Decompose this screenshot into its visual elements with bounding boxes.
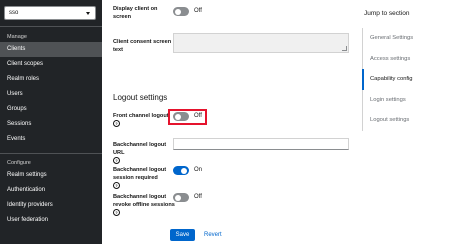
backchannel-session-label: Backchannel logout session required ?: [113, 166, 166, 190]
help-circle-icon[interactable]: ?: [113, 157, 120, 165]
front-channel-label-text: Front channel logout: [113, 113, 169, 119]
display-client-state: Off: [194, 8, 202, 14]
realm-name: sso: [9, 10, 19, 16]
jump-item-capability-config[interactable]: Capability config: [362, 69, 473, 90]
sidebar-item-authentication[interactable]: Authentication: [0, 183, 102, 198]
help-circle-icon[interactable]: ?: [113, 182, 120, 190]
jump-item-access-settings[interactable]: Access settings: [363, 49, 473, 70]
backchannel-revoke-switch[interactable]: [173, 193, 189, 202]
consent-text-label: Client consent screen text: [113, 38, 171, 54]
sidebar-divider: [0, 26, 102, 27]
jump-item-logout-settings[interactable]: Logout settings: [363, 110, 473, 131]
configure-section: Configure Realm settings Authentication …: [0, 158, 102, 228]
backchannel-logout-url-input[interactable]: [173, 138, 349, 150]
sidebar-item-realm-roles[interactable]: Realm roles: [0, 72, 102, 87]
save-button[interactable]: Save: [170, 229, 195, 241]
display-client-label-line1: Display client on: [113, 6, 158, 12]
highlight-box: [168, 109, 207, 125]
backchannel-revoke-line1: Backchannel logout: [113, 194, 167, 200]
backchannel-revoke-label: Backchannel logout revoke offline sessio…: [113, 193, 175, 217]
realm-selector[interactable]: sso: [4, 6, 96, 20]
resize-grip-icon[interactable]: [342, 46, 347, 51]
revert-button[interactable]: Revert: [204, 229, 222, 241]
sidebar-item-user-federation[interactable]: User federation: [0, 213, 102, 228]
jump-item-general-settings[interactable]: General Settings: [363, 28, 473, 49]
sidebar-item-identity-providers[interactable]: Identity providers: [0, 198, 102, 213]
jump-to-section-title: Jump to section: [364, 10, 410, 17]
backchannel-url-label: Backchannel logout URL ?: [113, 141, 166, 165]
sidebar: sso Manage Clients Client scopes Realm r…: [0, 0, 102, 244]
backchannel-url-line1: Backchannel logout: [113, 142, 167, 148]
manage-header: Manage: [7, 34, 27, 40]
display-client-switch[interactable]: [173, 7, 189, 16]
configure-header: Configure: [7, 160, 31, 166]
caret-down-icon: [86, 12, 90, 15]
sidebar-item-sessions[interactable]: Sessions: [0, 117, 102, 132]
consent-text-textarea[interactable]: [173, 33, 349, 53]
sidebar-item-users[interactable]: Users: [0, 87, 102, 102]
display-client-label-line2: screen: [113, 14, 132, 20]
display-client-label: Display client on screen: [113, 5, 157, 21]
sidebar-item-clients[interactable]: Clients: [0, 42, 102, 57]
help-circle-icon[interactable]: ?: [113, 120, 120, 128]
jump-to-section: Jump to section General Settings Access …: [362, 0, 474, 244]
backchannel-session-line1: Backchannel logout: [113, 167, 167, 173]
manage-section: Manage Clients Client scopes Realm roles…: [0, 32, 102, 147]
sidebar-item-events[interactable]: Events: [0, 132, 102, 147]
sidebar-item-groups[interactable]: Groups: [0, 102, 102, 117]
logout-settings-heading: Logout settings: [113, 93, 168, 102]
backchannel-session-line2: session required: [113, 175, 158, 181]
backchannel-revoke-line2: revoke offline sessions: [113, 202, 175, 208]
jump-item-login-settings[interactable]: Login settings: [363, 90, 473, 111]
backchannel-url-line2: URL: [113, 150, 125, 156]
switch-knob: [175, 194, 181, 201]
switch-knob: [175, 8, 181, 15]
backchannel-revoke-state: Off: [194, 194, 202, 200]
sidebar-item-realm-settings[interactable]: Realm settings: [0, 168, 102, 183]
help-circle-icon[interactable]: ?: [113, 209, 120, 217]
front-channel-logout-label: Front channel logout ?: [113, 112, 169, 128]
sidebar-item-client-scopes[interactable]: Client scopes: [0, 57, 102, 72]
backchannel-session-state: On: [194, 167, 203, 173]
jump-list: General Settings Access settings Capabil…: [362, 28, 473, 131]
switch-knob: [181, 167, 187, 174]
backchannel-session-switch[interactable]: [173, 166, 189, 175]
main-content: Display client on screen Off Client cons…: [102, 0, 366, 244]
consent-label-line1: Client consent screen: [113, 39, 172, 45]
consent-label-line2: text: [113, 47, 123, 53]
sidebar-divider: [0, 153, 102, 154]
